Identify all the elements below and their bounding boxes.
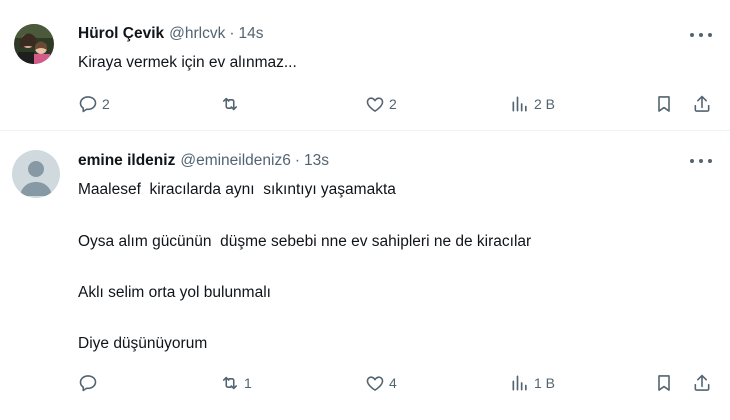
views-button[interactable]: 1 B — [510, 371, 555, 395]
reply-button[interactable]: 2 — [78, 92, 110, 116]
default-profile-icon — [12, 150, 60, 198]
tweet-header: Hürol Çevik @hrlcvk · 14s — [78, 25, 264, 43]
action-bar: 1 4 1 B — [0, 371, 730, 395]
reply-icon — [79, 375, 97, 392]
reply-button[interactable] — [78, 371, 102, 395]
bookmark-button[interactable] — [654, 371, 674, 395]
reply-count: 2 — [102, 96, 110, 112]
tweet-paragraph: Aklı selim orta yol bulunmalı — [78, 284, 271, 301]
heart-icon — [366, 376, 384, 391]
more-icon[interactable] — [690, 156, 712, 166]
share-button[interactable] — [692, 92, 712, 116]
user-handle[interactable]: @emineildeniz6 — [180, 152, 291, 169]
heart-icon — [366, 97, 384, 112]
tweet-paragraph: Oysa alım gücünün düşme sebebi nne ev sa… — [78, 233, 532, 250]
avatar[interactable] — [12, 150, 60, 198]
views-icon — [512, 96, 527, 112]
views-button[interactable]: 2 B — [510, 92, 555, 116]
bookmark-icon — [658, 96, 670, 112]
bookmark-button[interactable] — [654, 92, 674, 116]
tweet-text: Kiraya vermek için ev alınmaz... — [78, 54, 297, 71]
views-icon — [512, 375, 527, 391]
action-bar: 2 2 2 B — [0, 92, 730, 116]
display-name[interactable]: Hürol Çevik — [78, 25, 164, 42]
repost-icon — [222, 376, 238, 390]
more-icon[interactable] — [690, 30, 712, 40]
like-button[interactable]: 2 — [365, 92, 397, 116]
tweet-text: Maalesef kiracılarda aynı sıkıntıyı yaşa… — [78, 182, 531, 351]
bookmark-icon — [658, 375, 670, 391]
avatar[interactable] — [14, 24, 54, 64]
timestamp[interactable]: 14s — [239, 25, 264, 42]
timestamp[interactable]: 13s — [304, 152, 329, 169]
share-button[interactable] — [692, 371, 712, 395]
tweet-header: emine ildeniz @emineildeniz6 · 13s — [78, 152, 329, 170]
like-count: 4 — [389, 375, 397, 391]
repost-icon — [222, 97, 238, 111]
share-icon — [694, 374, 710, 391]
separator: · — [229, 25, 235, 42]
share-icon — [694, 95, 710, 112]
avatar-photo — [14, 24, 54, 64]
tweet-2[interactable]: emine ildeniz @emineildeniz6 · 13s Maalesef… — [0, 131, 730, 420]
tweet-1[interactable]: Hürol Çevik @hrlcvk · 14s Kiraya vermek içi… — [0, 0, 730, 130]
like-button[interactable]: 4 — [365, 371, 397, 395]
repost-button[interactable]: 1 — [220, 371, 252, 395]
views-count: 2 B — [534, 96, 556, 112]
separator: · — [294, 152, 301, 169]
reply-icon — [79, 96, 97, 113]
tweet-paragraph: Maalesef kiracılarda aynı sıkıntıyı yaşa… — [78, 181, 396, 198]
tweet-paragraph: Diye düşünüyorum — [78, 335, 208, 352]
like-count: 2 — [389, 96, 397, 112]
display-name[interactable]: emine ildeniz — [78, 152, 175, 169]
views-count: 1 B — [534, 375, 556, 391]
repost-count: 1 — [244, 375, 252, 391]
user-handle[interactable]: @hrlcvk — [169, 25, 225, 42]
repost-button[interactable] — [220, 92, 244, 116]
